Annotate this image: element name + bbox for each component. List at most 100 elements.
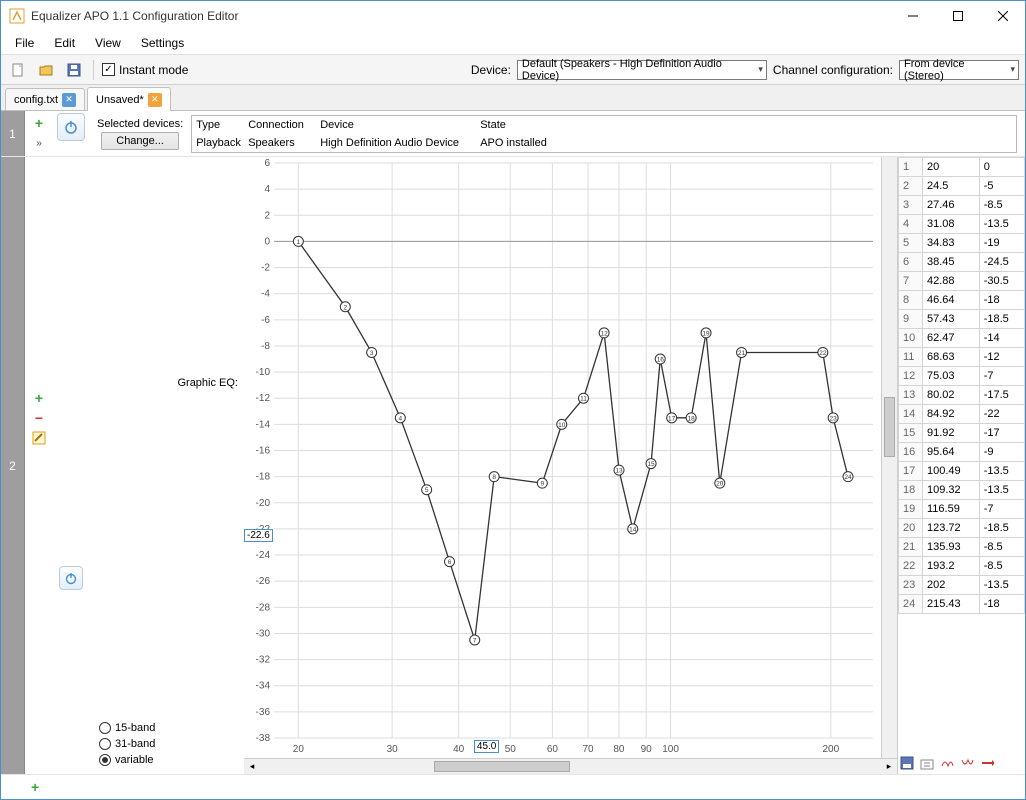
point-row[interactable]: 19116.59-7	[899, 500, 1025, 519]
point-row[interactable]: 1062.47-14	[899, 329, 1025, 348]
svg-text:20: 20	[716, 481, 724, 488]
points-table[interactable]: 1200224.5-5327.46-8.5431.08-13.5534.83-1…	[898, 157, 1025, 754]
new-file-button[interactable]	[7, 59, 29, 81]
point-row[interactable]: 1695.64-9	[899, 443, 1025, 462]
selected-devices-label: Selected devices:	[97, 118, 183, 130]
device-row[interactable]: Playback Speakers High Definition Audio …	[192, 134, 1016, 152]
point-row[interactable]: 23202-13.5	[899, 576, 1025, 595]
svg-text:-24: -24	[256, 550, 271, 561]
svg-text:-36: -36	[256, 707, 271, 718]
app-icon	[9, 8, 25, 24]
menubar: File Edit View Settings	[1, 31, 1025, 55]
scroll-left-icon[interactable]: ◂	[244, 761, 260, 772]
point-row[interactable]: 957.43-18.5	[899, 310, 1025, 329]
col-device: Device	[316, 116, 476, 134]
scroll-right-icon[interactable]: ▸	[881, 761, 897, 772]
svg-text:-14: -14	[256, 419, 271, 430]
vertical-scrollbar[interactable]	[881, 157, 897, 758]
channel-config-dropdown[interactable]: From device (Stereo)	[899, 60, 1019, 80]
row-index: 1	[1, 111, 25, 156]
radio-variable[interactable]: variable	[99, 754, 240, 766]
svg-text:200: 200	[822, 744, 839, 755]
point-row[interactable]: 327.46-8.5	[899, 196, 1025, 215]
maximize-button[interactable]	[935, 1, 980, 31]
save-file-button[interactable]	[63, 59, 85, 81]
point-row[interactable]: 1275.03-7	[899, 367, 1025, 386]
eq-chart[interactable]: 6420-2-4-6-8-10-12-14-16-18-20-22-24-26-…	[244, 157, 897, 774]
filter-row-eq: 2 + − Graphic EQ: 15-band 31-band variab…	[1, 157, 1025, 775]
svg-text:4: 4	[398, 415, 402, 422]
svg-text:15: 15	[647, 461, 655, 468]
save-points-icon[interactable]	[900, 756, 916, 772]
svg-text:5: 5	[425, 487, 429, 494]
svg-text:-8: -8	[261, 341, 270, 352]
point-row[interactable]: 846.64-18	[899, 291, 1025, 310]
invert-icon[interactable]	[940, 756, 956, 772]
menu-file[interactable]: File	[5, 34, 44, 52]
svg-text:-6: -6	[261, 315, 270, 326]
horizontal-scrollbar[interactable]: ◂ ▸	[244, 758, 897, 774]
point-row[interactable]: 534.83-19	[899, 234, 1025, 253]
point-row[interactable]: 224.5-5	[899, 177, 1025, 196]
device-dropdown[interactable]: Default (Speakers - High Definition Audi…	[517, 60, 767, 80]
normalize-icon[interactable]	[960, 756, 976, 772]
svg-text:21: 21	[738, 350, 746, 357]
point-row[interactable]: 20123.72-18.5	[899, 519, 1025, 538]
close-button[interactable]	[980, 1, 1025, 31]
tab-close-icon[interactable]: ✕	[62, 93, 76, 107]
svg-text:-2: -2	[261, 263, 270, 274]
radio-15band[interactable]: 15-band	[99, 722, 240, 734]
svg-text:20: 20	[293, 744, 305, 755]
point-row[interactable]: 742.88-30.5	[899, 272, 1025, 291]
tab-close-icon[interactable]: ✕	[148, 93, 162, 107]
point-row[interactable]: 1168.63-12	[899, 348, 1025, 367]
svg-text:6: 6	[448, 559, 452, 566]
svg-text:-12: -12	[256, 393, 271, 404]
svg-text:-38: -38	[256, 733, 271, 744]
remove-icon[interactable]: −	[31, 410, 47, 426]
add-icon[interactable]: +	[31, 115, 47, 131]
power-toggle[interactable]	[59, 566, 83, 590]
svg-text:-30: -30	[256, 628, 271, 639]
menu-view[interactable]: View	[85, 34, 131, 52]
svg-text:18: 18	[688, 415, 696, 422]
row-controls: + »	[25, 111, 53, 156]
edit-icon[interactable]	[31, 430, 47, 446]
add-icon[interactable]: +	[31, 390, 47, 406]
minimize-button[interactable]	[890, 1, 935, 31]
tab-unsaved[interactable]: Unsaved* ✕	[87, 87, 171, 111]
svg-text:12: 12	[600, 330, 608, 337]
point-row[interactable]: 431.08-13.5	[899, 215, 1025, 234]
app-window: Equalizer APO 1.1 Configuration Editor F…	[0, 0, 1026, 800]
instant-mode-checkbox[interactable]: ✓ Instant mode	[102, 63, 188, 77]
menu-settings[interactable]: Settings	[131, 34, 194, 52]
svg-text:2: 2	[343, 304, 347, 311]
point-row[interactable]: 24215.43-18	[899, 595, 1025, 614]
add-filter-row: +	[1, 775, 1025, 799]
scrollbar-thumb[interactable]	[884, 397, 895, 457]
point-row[interactable]: 17100.49-13.5	[899, 462, 1025, 481]
point-row[interactable]: 1591.92-17	[899, 424, 1025, 443]
export-icon[interactable]	[920, 756, 936, 772]
change-devices-button[interactable]: Change...	[101, 132, 179, 150]
point-row[interactable]: 18109.32-13.5	[899, 481, 1025, 500]
point-row[interactable]: 22193.2-8.5	[899, 557, 1025, 576]
point-row[interactable]: 1484.92-22	[899, 405, 1025, 424]
open-file-button[interactable]	[35, 59, 57, 81]
point-row[interactable]: 1380.02-17.5	[899, 386, 1025, 405]
point-row[interactable]: 21135.93-8.5	[899, 538, 1025, 557]
radio-31band[interactable]: 31-band	[99, 738, 240, 750]
expand-icon[interactable]: »	[31, 135, 47, 151]
tab-config[interactable]: config.txt ✕	[5, 88, 85, 110]
menu-edit[interactable]: Edit	[44, 34, 85, 52]
add-icon[interactable]: +	[31, 779, 39, 795]
power-toggle[interactable]	[57, 113, 85, 141]
svg-text:0: 0	[264, 236, 270, 247]
scrollbar-thumb[interactable]	[434, 761, 571, 772]
svg-text:9: 9	[540, 481, 544, 488]
point-row[interactable]: 638.45-24.5	[899, 253, 1025, 272]
tab-label: Unsaved*	[96, 94, 144, 106]
svg-text:70: 70	[583, 744, 595, 755]
point-row[interactable]: 1200	[899, 158, 1025, 177]
reset-icon[interactable]	[980, 756, 996, 772]
